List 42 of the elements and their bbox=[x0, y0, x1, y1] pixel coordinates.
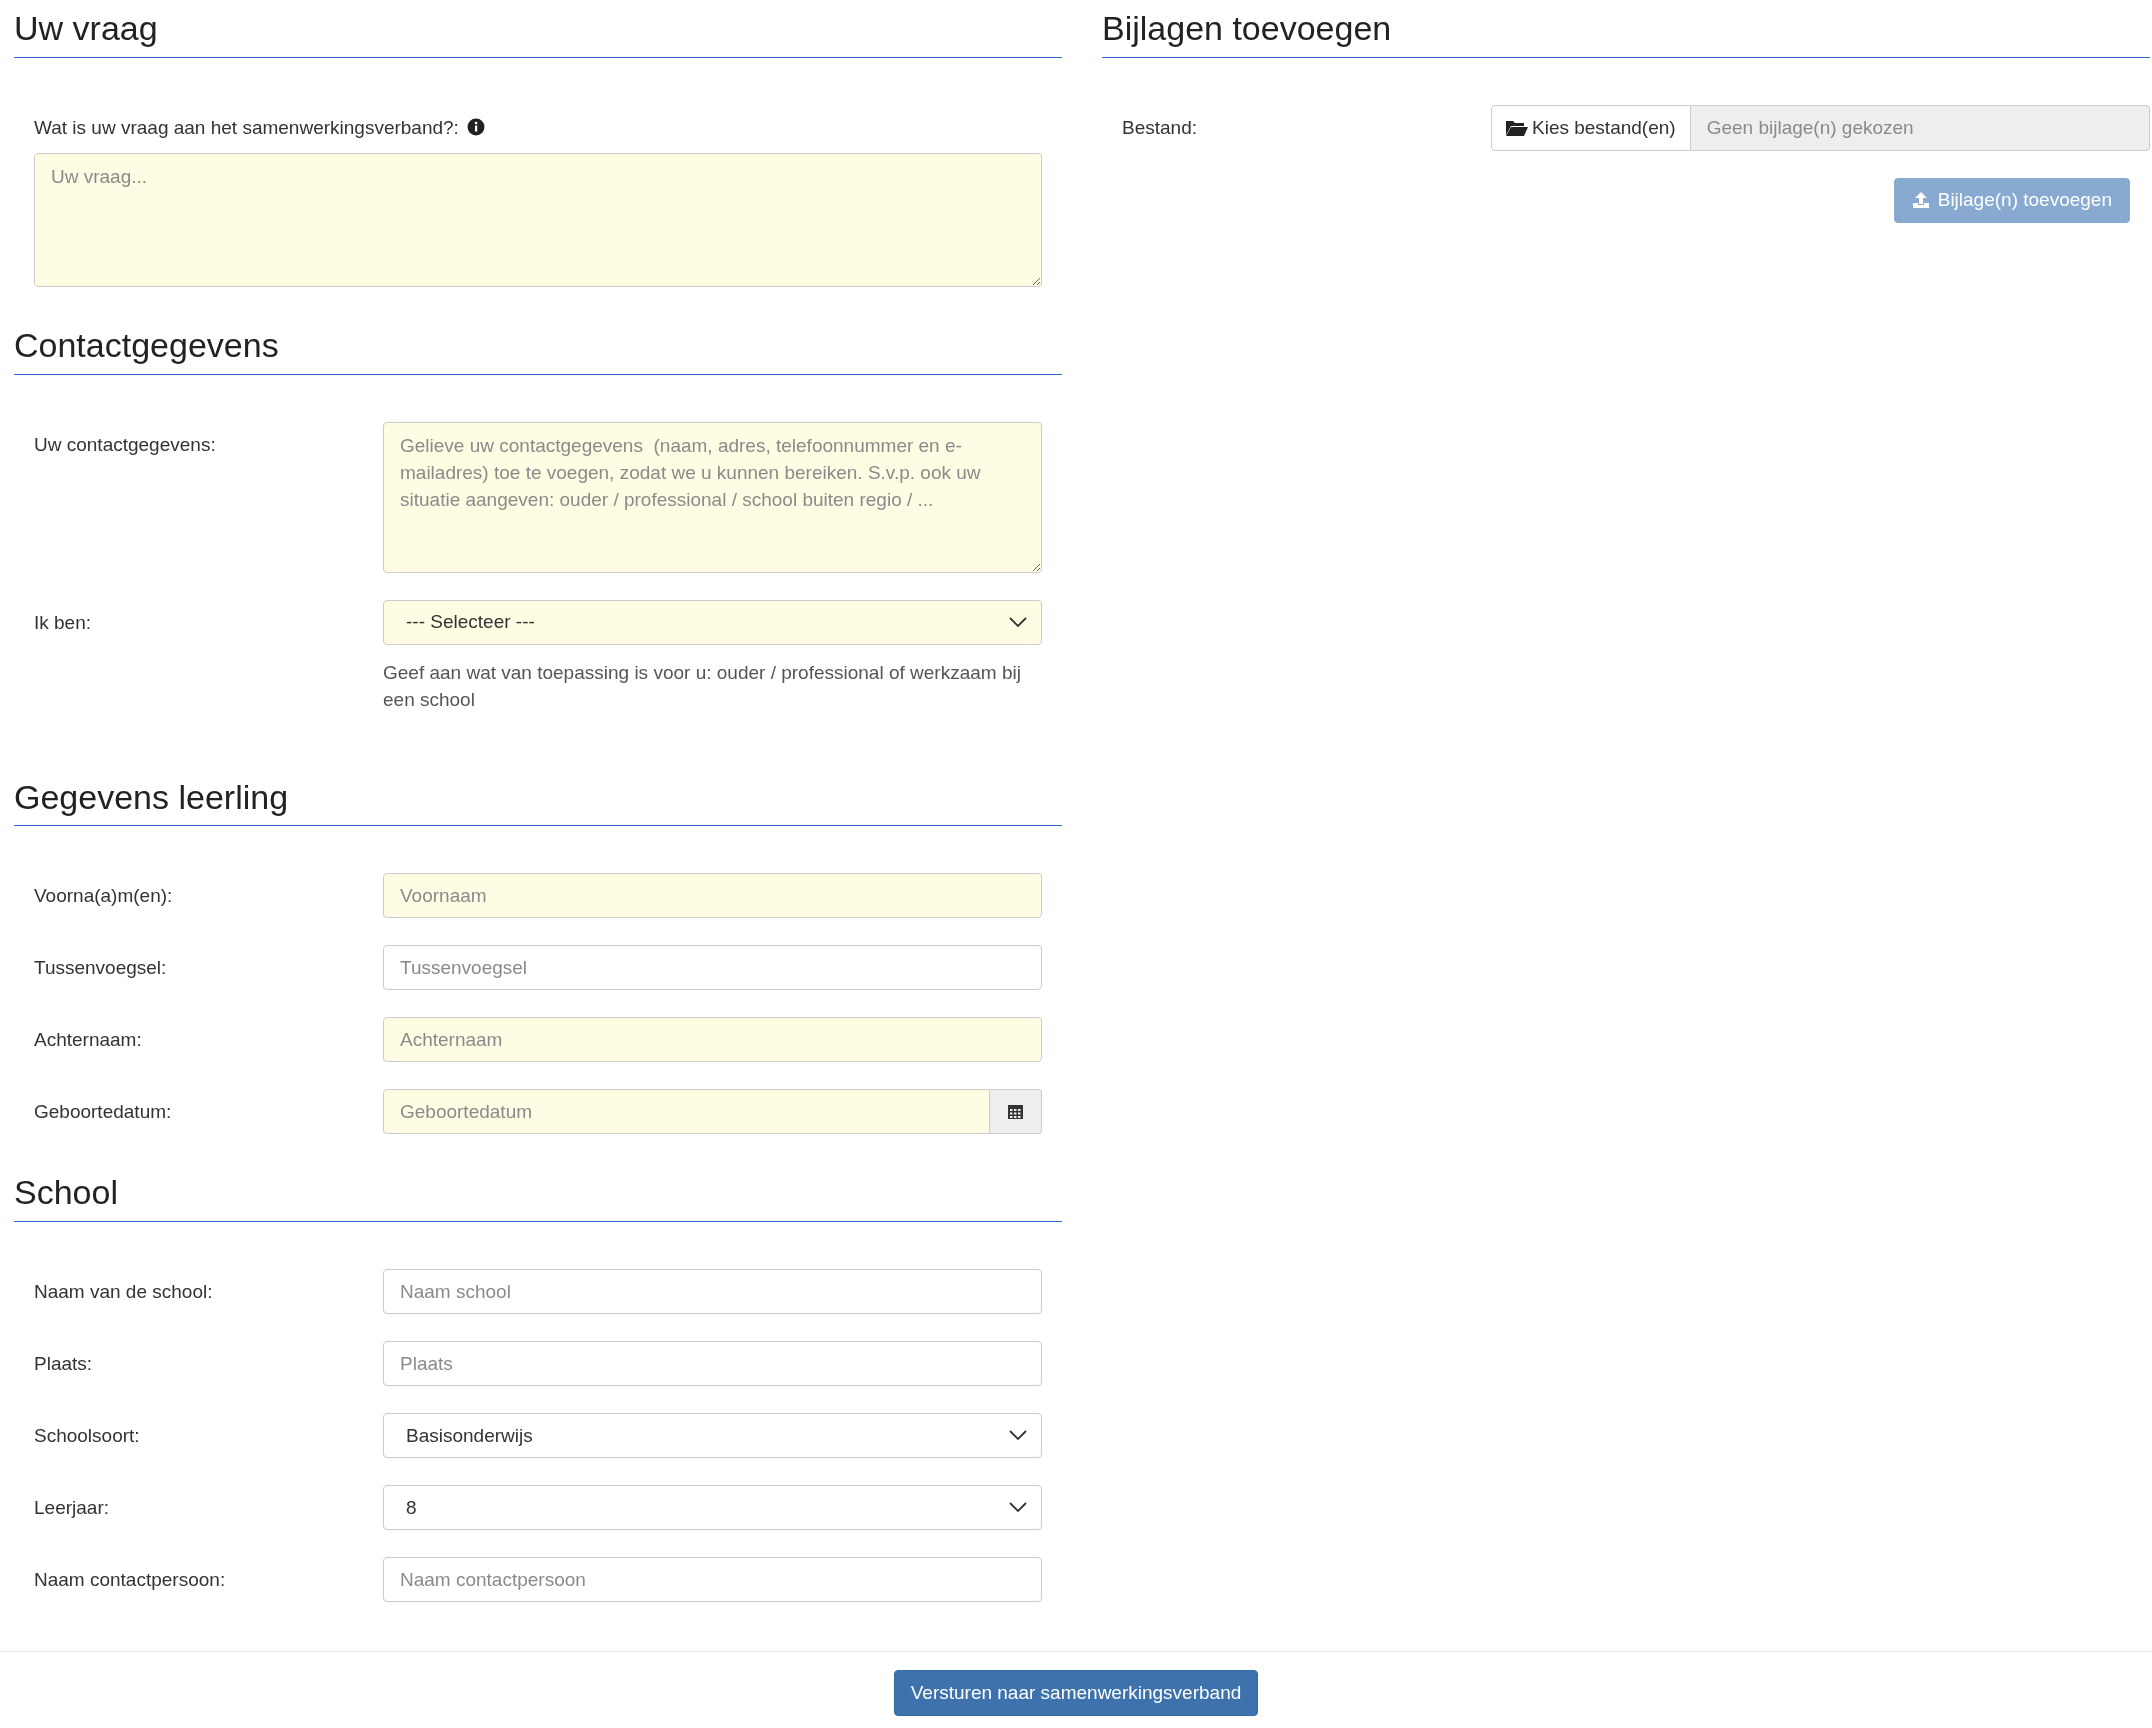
submit-button[interactable]: Versturen naar samenwerkingsverband bbox=[893, 1670, 1259, 1716]
field-label: Bestand: bbox=[1122, 116, 1197, 139]
text-field[interactable]: Plaats bbox=[383, 1341, 1042, 1387]
chevron-down-icon bbox=[1009, 1430, 1027, 1442]
file-name-field: Geen bijlage(n) gekozen bbox=[1690, 104, 2150, 151]
text-field[interactable]: Voornaam bbox=[383, 873, 1042, 919]
field-label: Uw contactgegevens: bbox=[34, 432, 216, 456]
select-field[interactable]: 8 bbox=[383, 1485, 1042, 1531]
text-area[interactable]: Uw vraag... bbox=[34, 152, 1042, 287]
text-field[interactable]: Achternaam bbox=[383, 1017, 1042, 1063]
field-label: Voorna(a)m(en): bbox=[34, 884, 173, 908]
help-text: Geef aan wat van toepassing is voor u: ouder / professional of werkzaam bij een school bbox=[383, 660, 1022, 712]
field-label: Tussenvoegsel: bbox=[34, 956, 167, 980]
field-label: Naam van de school: bbox=[34, 1280, 213, 1304]
field-label: Geboortedatum: bbox=[34, 1100, 172, 1124]
choose-files-button[interactable]: Kies bestand(en) bbox=[1491, 104, 1691, 151]
folder-icon bbox=[1506, 119, 1528, 137]
chevron-down-icon bbox=[1009, 1502, 1027, 1514]
field-label: Naam contactpersoon: bbox=[34, 1568, 226, 1592]
date-field[interactable]: Geboortedatum bbox=[383, 1089, 990, 1135]
section-heading: Gegevens leerling bbox=[14, 768, 1062, 827]
section-heading: School bbox=[14, 1164, 1062, 1223]
field-label: Wat is uw vraag aan het samenwerkingsverband?: bbox=[34, 115, 459, 139]
field-label: Schoolsoort: bbox=[34, 1424, 140, 1448]
text-field[interactable]: Naam contactpersoon bbox=[383, 1557, 1042, 1603]
calendar-icon bbox=[1007, 1103, 1024, 1121]
select-field[interactable]: Basisonderwijs bbox=[383, 1413, 1042, 1459]
field-label: Ik ben: bbox=[34, 610, 92, 634]
text-area[interactable]: Gelieve uw contactgegevens (naam, adres, telefoonnummer en e-mailadres) toe te voegen, zodat we u kunnen bereiken. S.v.p. ook uw situatie aangeven: ouder / professional / school buiten regio / ... bbox=[383, 421, 1042, 573]
calendar-button[interactable] bbox=[990, 1089, 1042, 1135]
field-label: Achternaam: bbox=[34, 1028, 142, 1052]
select-field[interactable]: --- Selecteer --- bbox=[383, 599, 1042, 645]
text-field[interactable]: Naam school bbox=[383, 1269, 1042, 1315]
chevron-down-icon bbox=[1009, 616, 1027, 628]
info-icon bbox=[466, 117, 485, 136]
section-heading: Bijlagen toevoegen bbox=[1102, 0, 2150, 58]
field-label: Plaats: bbox=[34, 1352, 93, 1376]
section-heading: Uw vraag bbox=[14, 0, 1062, 58]
text-field[interactable]: Tussenvoegsel bbox=[383, 945, 1042, 991]
upload-icon bbox=[1911, 191, 1930, 210]
field-label: Leerjaar: bbox=[34, 1496, 109, 1520]
section-heading: Contactgegevens bbox=[14, 316, 1062, 375]
